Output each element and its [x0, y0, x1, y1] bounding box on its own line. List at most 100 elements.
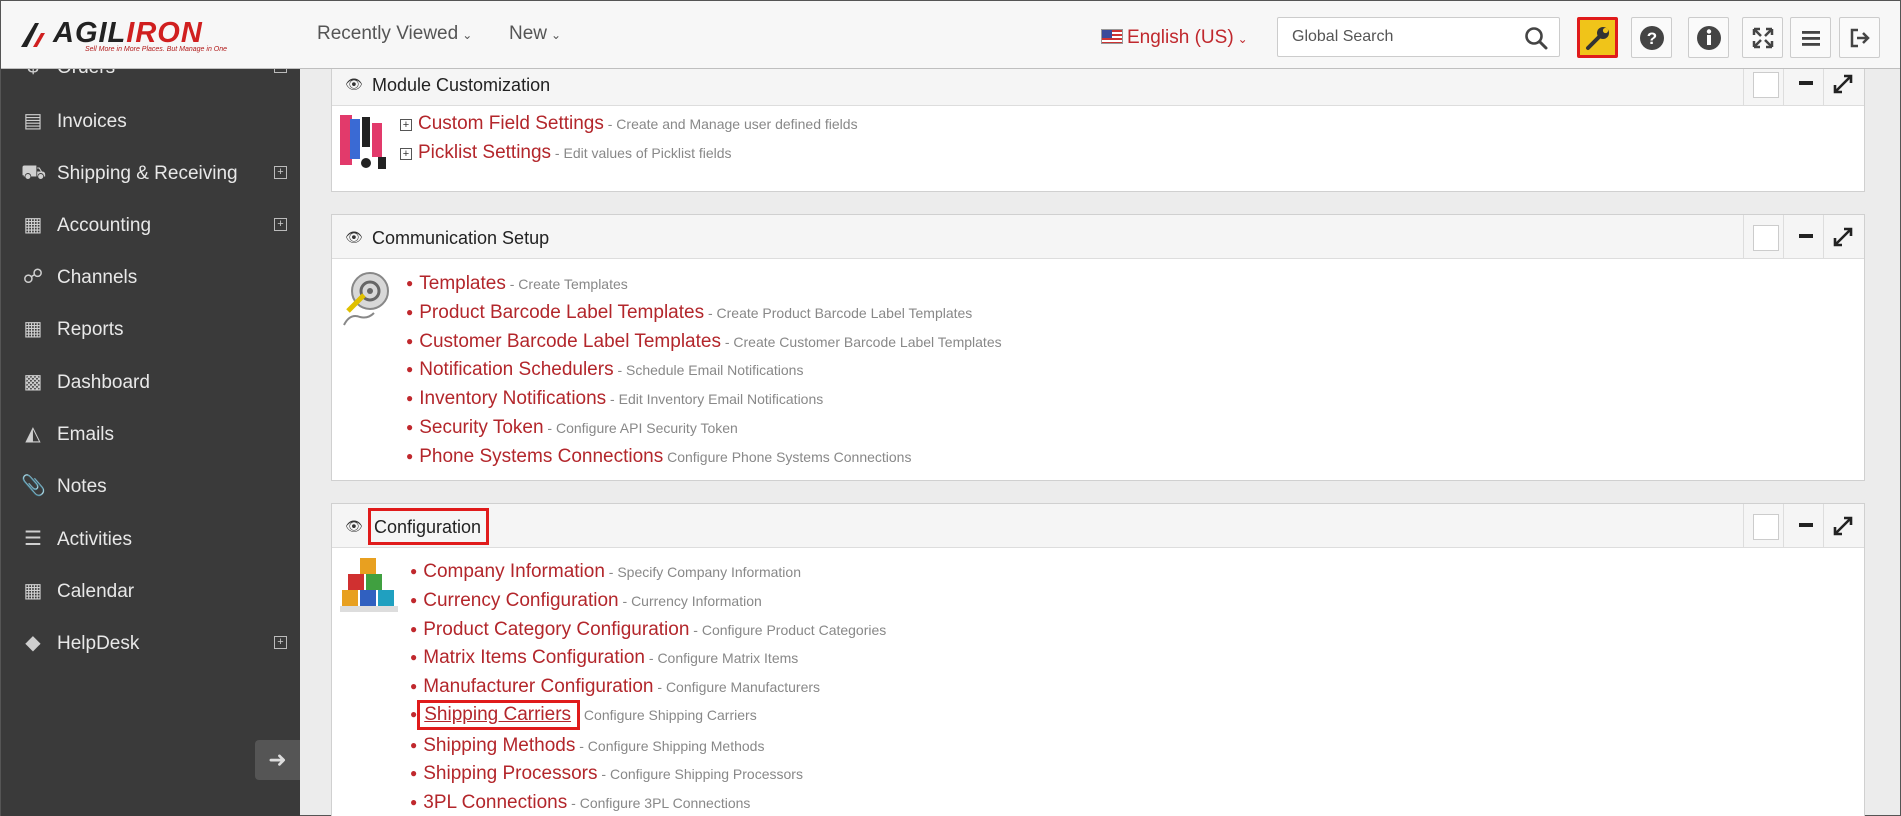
- expand-plus-icon[interactable]: +: [400, 119, 412, 131]
- picklist-settings-link[interactable]: Picklist Settings: [418, 142, 551, 163]
- panel-header: 👁 Configuration: [332, 504, 1864, 548]
- item-description: - Edit values of Picklist fields: [551, 145, 732, 161]
- ticket-icon: ◆: [25, 632, 41, 654]
- bullet-icon: ●: [410, 593, 418, 607]
- eye-icon[interactable]: 👁: [345, 76, 363, 93]
- recently-viewed-menu[interactable]: Recently Viewed ⌄: [317, 23, 472, 45]
- expand-plus-icon[interactable]: +: [274, 218, 287, 231]
- module-customization-image: [340, 115, 386, 169]
- document-icon: ▤: [23, 110, 43, 132]
- manufacturer-configuration-link[interactable]: Manufacturer Configuration: [423, 676, 653, 697]
- expand-icon[interactable]: [1830, 71, 1856, 97]
- sidebar-item-label: Emails: [57, 424, 115, 445]
- logout-icon: [1850, 28, 1870, 47]
- new-menu[interactable]: New ⌄: [509, 23, 561, 45]
- sidebar-item-label: Dashboard: [57, 372, 150, 393]
- expand-plus-icon[interactable]: +: [274, 166, 287, 179]
- shipping-methods-link[interactable]: Shipping Methods: [423, 735, 575, 756]
- item-description: - Create Templates: [505, 276, 628, 292]
- item-description: - Create Customer Barcode Label Template…: [720, 334, 1002, 350]
- minimize-icon[interactable]: [1799, 81, 1813, 85]
- sidebar-item-label: Channels: [57, 267, 138, 288]
- paperclip-icon: 📎: [21, 475, 46, 497]
- customer-barcode-label-templates-link[interactable]: Customer Barcode Label Templates: [419, 331, 721, 352]
- bullet-icon: ●: [406, 305, 414, 319]
- logout-button[interactable]: [1839, 17, 1880, 58]
- sidebar-item-activities[interactable]: ☰ Activities: [1, 519, 300, 559]
- sidebar-item-calendar[interactable]: ▦ Calendar: [1, 571, 300, 611]
- security-token-link[interactable]: Security Token: [419, 417, 543, 438]
- global-search-input[interactable]: [1292, 28, 1512, 46]
- search-icon[interactable]: [1523, 25, 1549, 51]
- language-label: English (US): [1127, 27, 1234, 48]
- panel-checkbox[interactable]: [1753, 514, 1779, 540]
- product-category-configuration-link[interactable]: Product Category Configuration: [423, 619, 689, 640]
- expand-plus-icon[interactable]: +: [400, 148, 412, 160]
- sidebar-item-notes[interactable]: 📎 Notes: [1, 466, 300, 506]
- collapse-sidebar-button[interactable]: ➜: [255, 740, 300, 780]
- list-item: ● Templates - Create Templates: [406, 273, 628, 295]
- company-information-link[interactable]: Company Information: [423, 561, 605, 582]
- 3pl-connections-link[interactable]: 3PL Connections: [423, 792, 567, 813]
- divider: [1823, 215, 1824, 259]
- item-description: - Configure API Security Token: [543, 420, 738, 436]
- list-item: ● Product Category Configuration - Config…: [410, 619, 886, 641]
- svg-text:?: ?: [1646, 29, 1656, 48]
- shipping-carriers-link[interactable]: Shipping Carriers: [417, 700, 581, 730]
- bullet-icon: ●: [406, 420, 414, 434]
- agiliron-logo[interactable]: AGILIRON Sell More in More Places. But M…: [19, 17, 234, 53]
- sidebar-item-shipping-receiving[interactable]: ⛟ Shipping & Receiving +: [1, 153, 300, 193]
- list-item: ● Currency Configuration - Currency Infor…: [410, 590, 762, 612]
- help-icon: ?: [1639, 25, 1664, 50]
- bullet-icon: ●: [410, 650, 418, 664]
- panel-checkbox[interactable]: [1753, 72, 1779, 98]
- expand-icon[interactable]: [1830, 224, 1856, 250]
- sidebar-item-helpdesk[interactable]: ◆ HelpDesk +: [1, 623, 300, 663]
- expand-icon[interactable]: [1830, 513, 1856, 539]
- language-selector[interactable]: English (US) ⌄: [1101, 27, 1248, 49]
- minimize-icon[interactable]: [1799, 523, 1813, 527]
- list-item: ● Security Token - Configure API Security…: [406, 417, 738, 439]
- list-item: ● Shipping Methods - Configure Shipping M…: [410, 735, 764, 757]
- eye-icon[interactable]: 👁: [345, 518, 363, 535]
- eye-icon[interactable]: 👁: [345, 229, 363, 246]
- menu-button[interactable]: [1790, 17, 1831, 58]
- sidebar-item-dashboard[interactable]: ▩ Dashboard: [1, 362, 300, 402]
- panel-checkbox[interactable]: [1753, 225, 1779, 251]
- divider: [1823, 504, 1824, 548]
- fullscreen-icon: [1752, 27, 1773, 48]
- sidebar-item-channels[interactable]: ☍ Channels: [1, 257, 300, 297]
- list-item: ● 3PL Connections - Configure 3PL Connect…: [410, 792, 750, 814]
- item-description: - Create Product Barcode Label Templates: [704, 305, 973, 321]
- arrow-left-circle-icon: ➜: [268, 747, 287, 772]
- expand-plus-icon[interactable]: +: [274, 636, 287, 649]
- minimize-icon[interactable]: [1799, 234, 1813, 238]
- sidebar-item-reports[interactable]: ▦ Reports: [1, 309, 300, 349]
- settings-wrench-button[interactable]: [1577, 17, 1618, 58]
- custom-field-settings-link[interactable]: Custom Field Settings: [418, 113, 604, 134]
- item-description: - Currency Information: [618, 593, 762, 609]
- sidebar-item-invoices[interactable]: ▤ Invoices: [1, 101, 300, 141]
- info-button[interactable]: [1688, 17, 1729, 58]
- templates-link[interactable]: Templates: [419, 273, 506, 294]
- list-item: ● Notification Schedulers - Schedule Emai…: [406, 359, 803, 381]
- help-button[interactable]: ?: [1631, 17, 1672, 58]
- logo-tagline: Sell More in More Places. But Manage in …: [85, 46, 228, 53]
- list-item: ● Product Barcode Label Templates - Creat…: [406, 302, 972, 324]
- product-barcode-label-templates-link[interactable]: Product Barcode Label Templates: [419, 302, 704, 323]
- inventory-notifications-link[interactable]: Inventory Notifications: [419, 388, 606, 409]
- sidebar-item-emails[interactable]: ◭ Emails: [1, 414, 300, 454]
- communication-setup-panel: 👁 Communication Setup ● Templates - Creat…: [331, 214, 1865, 481]
- matrix-items-configuration-link[interactable]: Matrix Items Configuration: [423, 647, 645, 668]
- sidebar-item-label: Calendar: [57, 581, 135, 602]
- sidebar-item-accounting[interactable]: ▦ Accounting +: [1, 205, 300, 245]
- divider: [1783, 504, 1784, 548]
- fullscreen-button[interactable]: [1742, 17, 1783, 58]
- shipping-processors-link[interactable]: Shipping Processors: [423, 763, 597, 784]
- currency-configuration-link[interactable]: Currency Configuration: [423, 590, 618, 611]
- notification-schedulers-link[interactable]: Notification Schedulers: [419, 359, 613, 380]
- phone-systems-connections-link[interactable]: Phone Systems Connections: [419, 446, 663, 467]
- global-search: [1277, 17, 1560, 57]
- item-description: - Configure 3PL Connections: [567, 795, 751, 811]
- recently-viewed-label: Recently Viewed: [317, 23, 459, 44]
